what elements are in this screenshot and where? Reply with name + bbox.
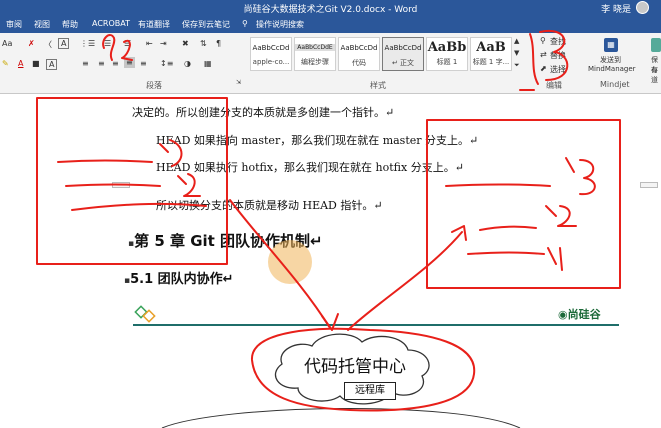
chinese-layout-icon[interactable]: ✖	[182, 39, 189, 48]
style-programming-steps[interactable]: AaBbCcDdE 编程步骤	[294, 37, 336, 71]
char-border-icon[interactable]: A	[58, 38, 70, 49]
document-page[interactable]: 决定的。所以创建分支的本质就是多创建一个指针。↵ HEAD 如果指向 maste…	[0, 94, 661, 428]
multilevel-list-icon[interactable]: ☰	[124, 39, 131, 48]
replace-button[interactable]: 替换	[550, 50, 566, 61]
highlight-icon[interactable]: ✎	[2, 59, 9, 68]
ellipse-arc	[161, 408, 521, 428]
find-icon[interactable]: ⚲	[540, 36, 546, 45]
styles-more-icon[interactable]: ⏷	[514, 61, 520, 70]
find-button[interactable]: 查找	[550, 36, 566, 47]
borders-icon[interactable]: ▦	[204, 59, 212, 68]
align-center-icon[interactable]: ≡	[98, 59, 105, 68]
line-spacing-icon[interactable]: ↕≡	[160, 59, 173, 68]
paragraph-launcher-icon[interactable]: ⇲	[236, 79, 241, 86]
user-name[interactable]: 李 晓是	[601, 2, 631, 15]
avatar[interactable]	[636, 1, 649, 14]
style-apple-code[interactable]: AaBbCcDd apple-co...	[250, 37, 292, 71]
styles-group-label: 样式	[370, 81, 386, 90]
window-title: 尚硅谷大数据技术之Git V2.0.docx - Word	[243, 5, 418, 15]
decrease-indent-icon[interactable]: ⇤	[146, 39, 153, 48]
tab-review[interactable]: 审阅	[6, 19, 22, 30]
youdao-save-icon[interactable]	[651, 38, 661, 52]
tab-help[interactable]: 帮助	[62, 19, 78, 30]
font-color-icon[interactable]: A	[18, 59, 23, 68]
style-normal[interactable]: AaBbCcDd ↵ 正文	[382, 37, 424, 71]
styles-scroll-up-icon[interactable]: ▲	[514, 37, 519, 45]
distributed-icon[interactable]: ≡	[140, 59, 147, 68]
title-bar: 尚硅谷大数据技术之Git V2.0.docx - Word 李 晓是	[0, 0, 661, 16]
editing-group-label: 编辑	[546, 81, 562, 90]
ribbon-tabs: 审阅 视图 帮助 ACROBAT 有道翻译 保存到云笔记 ⚲ 操作说明搜索	[0, 16, 661, 33]
style-heading-1[interactable]: AaBb 标题 1	[426, 37, 468, 71]
send-to-label[interactable]: 发送到	[600, 55, 621, 65]
collab-diagram	[161, 333, 521, 428]
mindjet-group-label: Mindjet	[600, 80, 630, 89]
bullets-icon[interactable]: ⋮☰	[80, 39, 95, 48]
replace-icon[interactable]: ⇄	[540, 50, 547, 59]
phonetic-icon[interactable]: 〈	[44, 39, 52, 50]
cloud-label: 代码托管中心	[304, 357, 406, 377]
style-code[interactable]: AaBbCcDd 代码	[338, 37, 380, 71]
font-size-label[interactable]: Aa	[2, 39, 12, 48]
sort-icon[interactable]: ⇅	[200, 39, 207, 48]
styles-scroll-down-icon[interactable]: ▼	[514, 49, 519, 57]
paragraph-group-label: 段落	[146, 81, 162, 90]
align-right-icon[interactable]: ≡	[112, 59, 119, 68]
lightbulb-icon: ⚲	[242, 19, 248, 28]
numbering-icon[interactable]: ☰	[104, 39, 111, 48]
tab-save-cloud-note[interactable]: 保存到云笔记	[182, 19, 230, 30]
justify-icon[interactable]: ≡	[124, 57, 135, 68]
shading-icon[interactable]: ◑	[184, 59, 191, 68]
youdao-label[interactable]: 有道	[651, 65, 661, 85]
remote-repo-box: 远程库	[344, 382, 396, 400]
enclose-char-icon[interactable]: A	[46, 59, 58, 70]
increase-indent-icon[interactable]: ⇥	[160, 39, 167, 48]
tab-view[interactable]: 视图	[34, 19, 50, 30]
select-icon[interactable]: ⬈	[540, 64, 547, 73]
tab-acrobat[interactable]: ACROBAT	[92, 19, 130, 28]
clear-format-icon[interactable]: ✗	[28, 39, 35, 48]
tell-me-search[interactable]: 操作说明搜索	[256, 19, 304, 30]
show-marks-icon[interactable]: ¶	[216, 39, 221, 48]
mindmanager-icon[interactable]: ▦	[604, 38, 618, 52]
ribbon: Aa ✗ 〈 A ✎ A ■ A ⋮☰ ☰ ☰ ⇤ ⇥ ✖ ⇅ ¶ ≡ ≡ ≡ …	[0, 33, 661, 94]
char-shading-icon[interactable]: ■	[32, 59, 40, 68]
select-button[interactable]: 选择	[550, 64, 566, 75]
style-heading-1-char[interactable]: AaB 标题 1 字...	[470, 37, 512, 71]
tab-youdao-translate[interactable]: 有道翻译	[138, 19, 170, 30]
mindmanager-label[interactable]: MindManager	[588, 65, 636, 73]
align-left-icon[interactable]: ≡	[82, 59, 89, 68]
